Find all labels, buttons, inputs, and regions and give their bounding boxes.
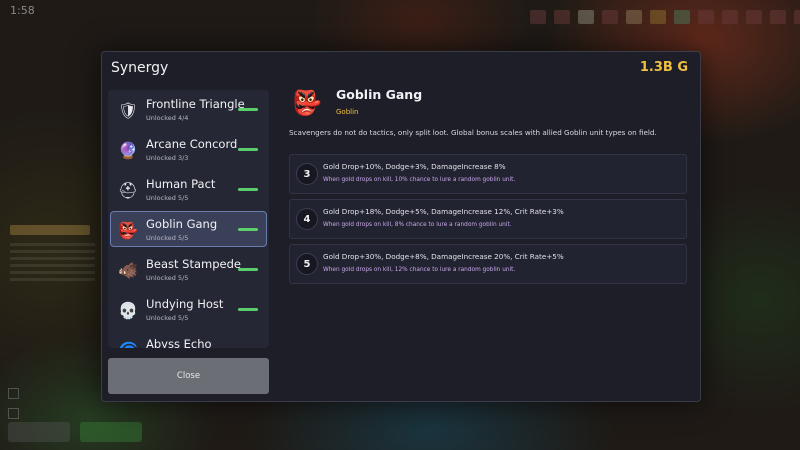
human-helmet-icon: ⛑	[117, 180, 139, 200]
synergy-item[interactable]: 🌀 Abyss Echo	[110, 331, 267, 348]
synergy-progress-bar	[238, 188, 258, 191]
top-hud-toolbar	[530, 10, 800, 24]
tier-effect-note: When gold drops on kill, 8% chance to lu…	[323, 222, 512, 228]
synergy-status: Unlocked 5/5	[146, 314, 189, 322]
hud-slot-icon[interactable]	[770, 10, 786, 24]
undead-skull-icon: 💀	[118, 300, 138, 320]
tier-card: 3 Gold Drop+10%, Dodge+3%, DamageIncreas…	[289, 154, 687, 194]
detail-description: Scavengers do not do tactics, only split…	[289, 128, 657, 137]
tier-count-badge: 4	[296, 208, 318, 230]
arcane-crystal-icon: 🔮	[118, 140, 138, 160]
gold-currency: 1.3B G	[639, 60, 688, 75]
hud-slot-icon[interactable]	[554, 10, 570, 24]
hud-slot-icon[interactable]	[578, 10, 594, 24]
synergy-item[interactable]: 💀 Undying Host Unlocked 5/5	[110, 291, 267, 327]
synergy-item[interactable]: 🐗 Beast Stampede Unlocked 5/5	[110, 251, 267, 287]
hud-slot-icon[interactable]	[698, 10, 714, 24]
synergy-name: Beast Stampede	[146, 257, 241, 271]
tier-stats: Gold Drop+30%, Dodge+8%, DamageIncrease …	[323, 252, 564, 261]
synergy-progress-bar	[238, 148, 258, 151]
tier-effect-note: When gold drops on kill, 10% chance to l…	[323, 177, 516, 183]
hud-slot-icon[interactable]	[530, 10, 546, 24]
goblin-head-icon: 👺	[118, 220, 138, 240]
synergy-item[interactable]: 🔮 Arcane Concord Unlocked 3/3	[110, 131, 267, 167]
game-timer: 1:58	[10, 4, 35, 17]
synergy-progress-bar	[238, 268, 258, 271]
background-panel-text	[10, 243, 95, 283]
synergy-name: Arcane Concord	[146, 137, 238, 151]
hud-slot-icon[interactable]	[722, 10, 738, 24]
synergy-status: Unlocked 5/5	[146, 234, 189, 242]
synergy-name: Goblin Gang	[146, 217, 218, 231]
synergy-item[interactable]: 👺 Goblin Gang Unlocked 5/5	[110, 211, 267, 247]
beast-head-icon: 🐗	[118, 260, 138, 280]
synergy-status: Unlocked 5/5	[146, 194, 189, 202]
modal-title: Synergy	[111, 60, 169, 76]
synergy-status: Unlocked 4/4	[146, 114, 189, 122]
synergy-progress-bar	[238, 308, 258, 311]
synergy-status: Unlocked 3/3	[146, 154, 189, 162]
tier-card: 5 Gold Drop+30%, Dodge+8%, DamageIncreas…	[289, 244, 687, 284]
hud-slot-icon[interactable]	[650, 10, 666, 24]
synergy-name: Abyss Echo	[146, 337, 212, 348]
synergy-name: Undying Host	[146, 297, 224, 311]
detail-title: Goblin Gang	[336, 87, 423, 102]
synergy-list[interactable]: 🛡 Frontline Triangle Unlocked 4/4 🔮 Arcane C…	[108, 90, 269, 348]
background-checkbox[interactable]	[8, 388, 19, 399]
tier-effect-note: When gold drops on kill, 12% chance to l…	[323, 267, 516, 273]
background-panel-title	[10, 225, 90, 235]
abyss-icon: 🌀	[117, 339, 139, 349]
hud-slot-icon[interactable]	[746, 10, 762, 24]
hud-slot-icon[interactable]	[674, 10, 690, 24]
background-checkbox[interactable]	[8, 408, 19, 419]
detail-tag: Goblin	[336, 108, 359, 116]
tier-stats: Gold Drop+10%, Dodge+3%, DamageIncrease …	[323, 162, 506, 171]
background-button[interactable]	[8, 422, 70, 442]
synergy-progress-bar	[238, 108, 258, 111]
tier-stats: Gold Drop+18%, Dodge+5%, DamageIncrease …	[323, 207, 564, 216]
tier-count-badge: 3	[296, 163, 318, 185]
synergy-item[interactable]: ⛑ Human Pact Unlocked 5/5	[110, 171, 267, 207]
hud-slot-icon[interactable]	[602, 10, 618, 24]
synergy-name: Frontline Triangle	[146, 97, 245, 111]
synergy-name: Human Pact	[146, 177, 216, 191]
goblin-head-icon: 👺	[292, 89, 322, 117]
synergy-item[interactable]: 🛡 Frontline Triangle Unlocked 4/4	[110, 91, 267, 127]
synergy-modal: Synergy 1.3B G 🛡 Frontline Triangle Unlock…	[101, 51, 701, 402]
synergy-progress-bar	[238, 228, 258, 231]
close-button[interactable]: Close	[108, 358, 269, 394]
hud-slot-icon[interactable]	[794, 10, 800, 24]
tier-count-badge: 5	[296, 253, 318, 275]
hud-slot-icon[interactable]	[626, 10, 642, 24]
synergy-status: Unlocked 5/5	[146, 274, 189, 282]
background-button[interactable]	[80, 422, 142, 442]
crystal-shield-icon: 🛡	[117, 100, 139, 120]
tier-card: 4 Gold Drop+18%, Dodge+5%, DamageIncreas…	[289, 199, 687, 239]
